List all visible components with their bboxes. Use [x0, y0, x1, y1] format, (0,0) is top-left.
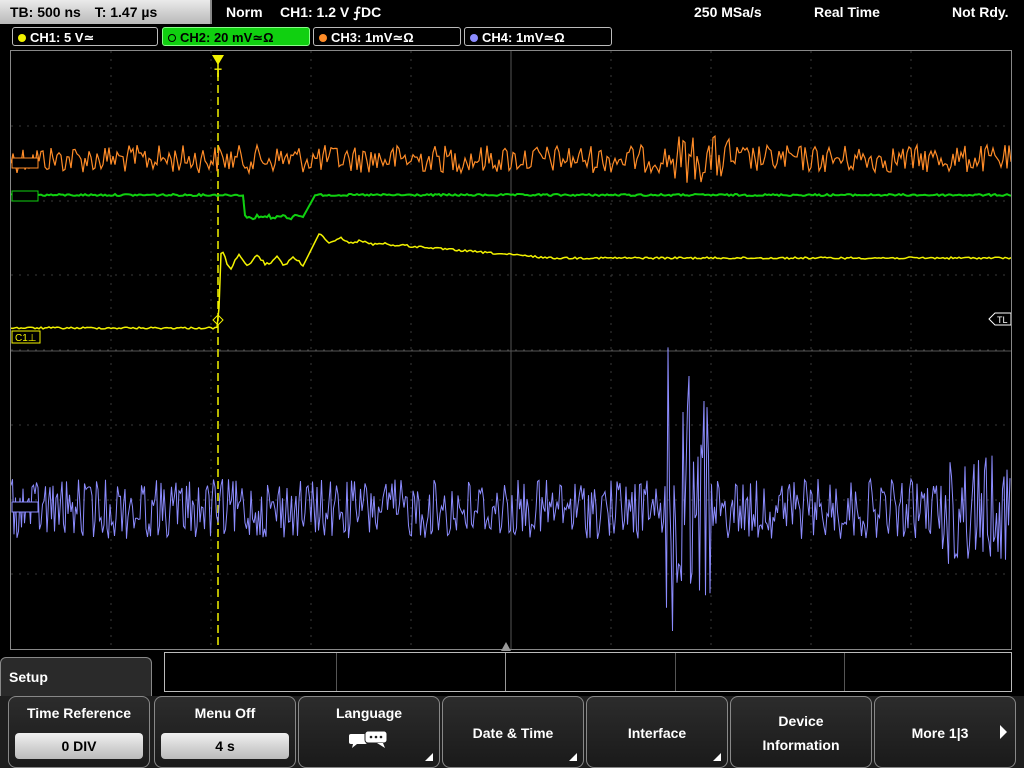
ch4-offset-marker — [11, 501, 39, 513]
trigger-time-value: T: 1.47 µs — [94, 4, 158, 20]
softkey-bar: Time Reference 0 DIV Menu Off 4 s Langua… — [0, 696, 1024, 768]
submenu-corner-icon — [569, 753, 577, 761]
interface-softkey[interactable]: Interface — [586, 696, 728, 768]
timebase-value: TB: 500 ns — [10, 4, 81, 20]
zoom-strip — [164, 642, 1012, 692]
trigger-position-icon — [212, 55, 224, 65]
ch3-label: CH3: 1mV≃Ω — [331, 30, 414, 45]
strip-divider — [336, 653, 337, 691]
ch2-label: CH2: 20 mV≃Ω — [180, 30, 274, 45]
date-time-softkey[interactable]: Date & Time — [442, 696, 584, 768]
ch3-dot-icon — [319, 34, 327, 42]
trigger-setting[interactable]: CH1: 1.2 V ⨍DC — [280, 0, 381, 24]
device-information-softkey[interactable]: Device Information — [730, 696, 872, 768]
device-information-label: Device — [778, 713, 824, 729]
ch1-ref-marker: C1⊥ — [11, 330, 41, 344]
waveform-canvas: T C1⊥ TL — [11, 51, 1011, 649]
ch2-offset-marker — [11, 190, 39, 202]
menu-off-softkey[interactable]: Menu Off 4 s — [154, 696, 296, 768]
ch2-dot-icon — [168, 34, 176, 42]
waveform-display[interactable]: T C1⊥ TL — [10, 50, 1012, 650]
menu-off-label: Menu Off — [194, 705, 256, 721]
strip-divider — [675, 653, 676, 691]
trigger-level-marker: TL — [988, 312, 1011, 326]
time-reference-label: Time Reference — [26, 705, 131, 721]
submenu-corner-icon — [713, 753, 721, 761]
acquisition-state: Not Rdy. — [952, 4, 1009, 20]
submenu-corner-icon — [425, 753, 433, 761]
channel-bar: CH1: 5 V≃ CH2: 20 mV≃Ω CH3: 1mV≃Ω CH4: 1… — [0, 26, 1024, 48]
strip-divider-center — [505, 653, 506, 691]
trigger-mode[interactable]: Norm — [226, 0, 263, 24]
channel-2-tab[interactable]: CH2: 20 mV≃Ω — [162, 27, 310, 46]
center-triangle-icon — [501, 642, 511, 651]
time-reference-softkey[interactable]: Time Reference 0 DIV — [8, 696, 150, 768]
timebase-box[interactable]: TB: 500 ns T: 1.47 µs — [0, 0, 212, 24]
time-reference-value: 0 DIV — [15, 733, 143, 759]
speech-bubbles-icon — [349, 731, 388, 748]
language-softkey[interactable]: Language — [298, 696, 440, 768]
device-information-label-2: Information — [762, 737, 840, 753]
channel-1-tab[interactable]: CH1: 5 V≃ — [12, 27, 158, 46]
next-page-icon — [1000, 725, 1007, 739]
ch1-label: CH1: 5 V≃ — [30, 30, 95, 45]
acquire-mode: Real Time — [814, 4, 880, 20]
date-time-label: Date & Time — [472, 725, 554, 741]
more-softkey[interactable]: More 1|3 — [874, 696, 1016, 768]
channel-4-tab[interactable]: CH4: 1mV≃Ω — [464, 27, 612, 46]
status-bar: TB: 500 ns T: 1.47 µs Norm CH1: 1.2 V ⨍D… — [0, 0, 1024, 24]
trigger-marker-label: T — [214, 66, 222, 80]
ch4-dot-icon — [470, 34, 478, 42]
ch1-ref-label: C1⊥ — [15, 333, 37, 344]
ch3-offset-marker — [11, 157, 39, 169]
ch1-dot-icon — [18, 34, 26, 42]
ch4-label: CH4: 1mV≃Ω — [482, 30, 565, 45]
strip-divider — [844, 653, 845, 691]
sample-rate: 250 MSa/s — [694, 4, 762, 20]
interface-label: Interface — [627, 725, 687, 741]
menu-off-value: 4 s — [161, 733, 289, 759]
channel-3-tab[interactable]: CH3: 1mV≃Ω — [313, 27, 461, 46]
more-label: More 1|3 — [911, 725, 969, 741]
language-label: Language — [335, 705, 403, 721]
trigger-level-label: TL — [997, 315, 1008, 325]
menu-title: Setup — [0, 657, 152, 699]
